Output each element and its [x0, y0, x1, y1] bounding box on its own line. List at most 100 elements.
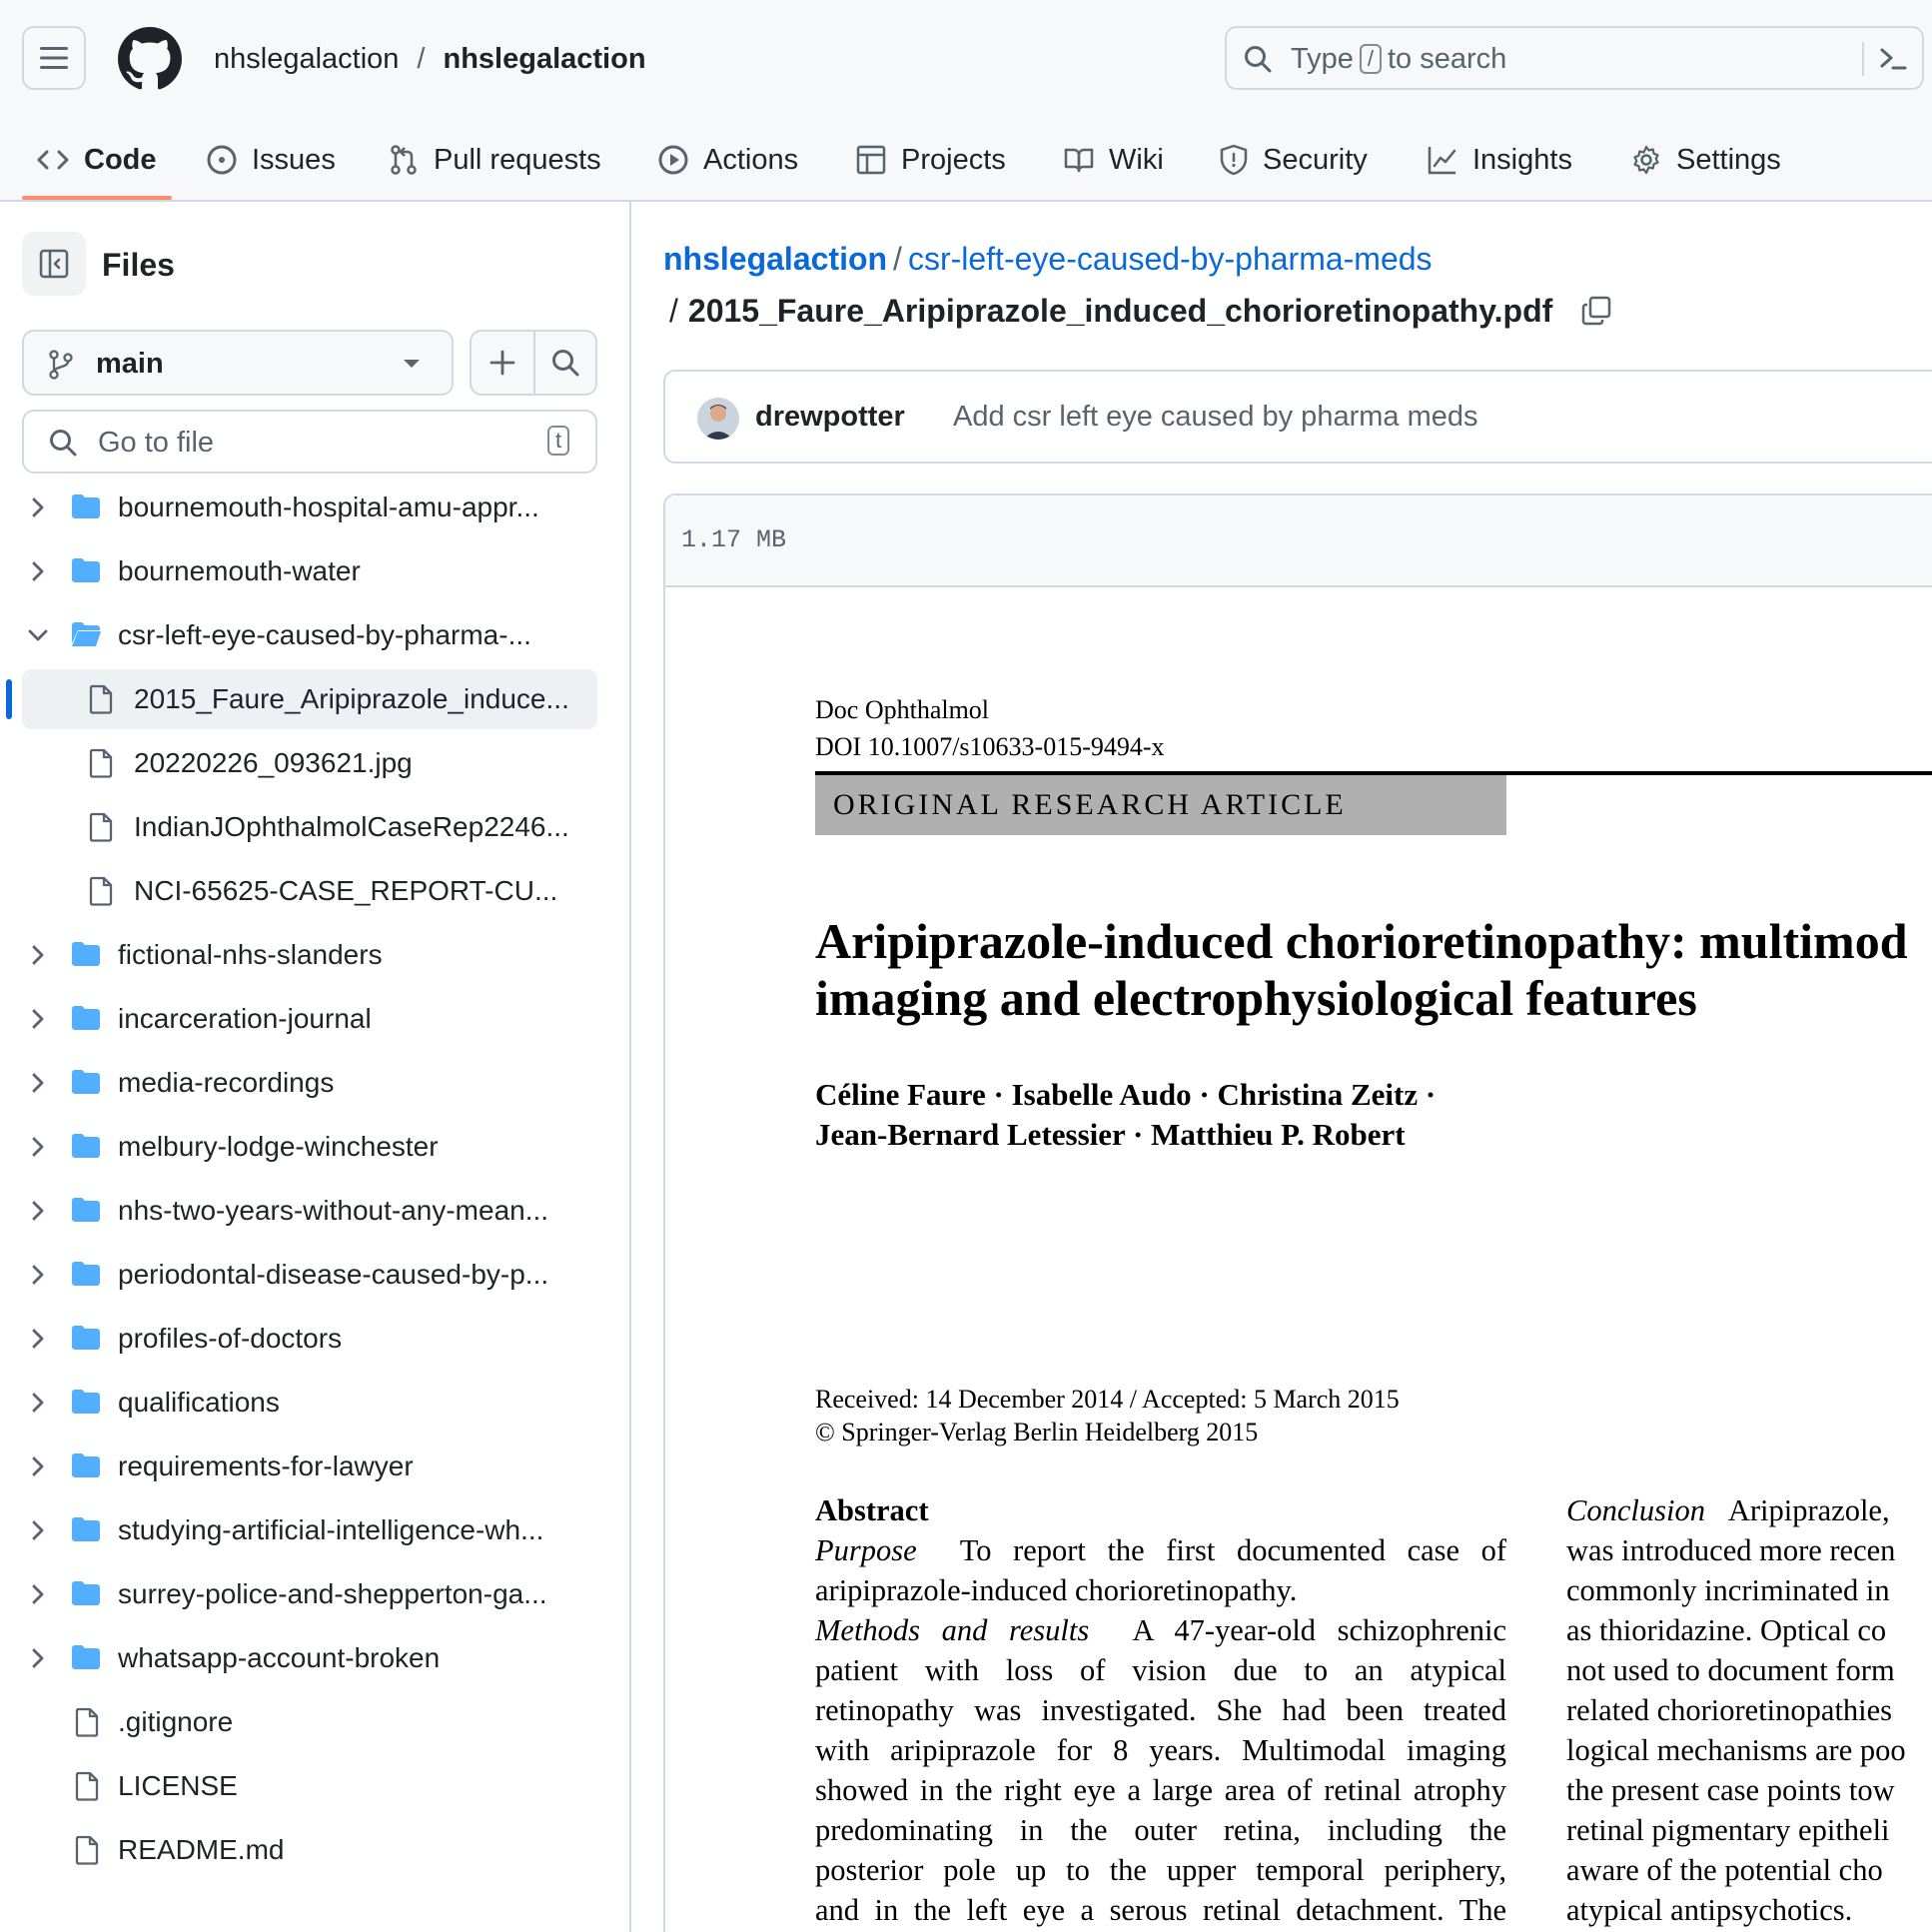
tree-folder-item[interactable]: bournemouth-water [0, 539, 629, 603]
chevron-right-icon[interactable] [26, 495, 50, 519]
pdf-abstract-right-column: Conclusion Aripiprazole, was introduced … [1566, 1490, 1932, 1930]
latest-commit-box: drewpotter Add csr left eye caused by ph… [663, 370, 1932, 464]
chevron-right-icon[interactable] [26, 1327, 50, 1351]
pdf-dates: Received: 14 December 2014 / Accepted: 5… [815, 1383, 1400, 1449]
pdf-journal-info: Doc Ophthalmol DOI 10.1007/s10633-015-94… [815, 691, 1165, 765]
tree-folder-item[interactable]: bournemouth-hospital-amu-appr... [0, 476, 629, 539]
search-files-button[interactable] [532, 332, 595, 394]
tree-folder-item[interactable]: csr-left-eye-caused-by-pharma-... [0, 603, 629, 667]
pdf-authors-line: Jean-Bernard Letessier · Matthieu P. Rob… [815, 1117, 1406, 1152]
tab-settings[interactable]: Settings [1630, 118, 1781, 202]
folder-icon [70, 1004, 102, 1032]
path-owner-link[interactable]: nhslegalaction [663, 241, 887, 277]
pdf-conclusion-label: Conclusion [1566, 1493, 1705, 1527]
pdf-abstract-line: and in the left eye a serous retinal det… [815, 1893, 1506, 1927]
tree-folder-item[interactable]: profiles-of-doctors [0, 1307, 629, 1371]
book-icon [1064, 148, 1094, 173]
search-divider [1862, 42, 1864, 76]
copy-path-button[interactable] [1580, 295, 1612, 327]
path-folder-link[interactable]: csr-left-eye-caused-by-pharma-meds [908, 241, 1433, 277]
chevron-right-icon[interactable] [26, 1135, 50, 1159]
tree-item-label: csr-left-eye-caused-by-pharma-... [118, 619, 531, 650]
tree-folder-item[interactable]: melbury-lodge-winchester [0, 1115, 629, 1179]
tab-actions-label: Actions [703, 143, 799, 176]
tree-file-item[interactable]: 20220226_093621.jpg [0, 731, 629, 795]
file-icon [74, 1771, 100, 1801]
repo-link[interactable]: nhslegalaction [443, 40, 645, 78]
tab-actions[interactable]: Actions [657, 118, 798, 202]
tree-folder-item[interactable]: nhs-two-years-without-any-mean... [0, 1179, 629, 1243]
github-logo-icon[interactable] [118, 27, 182, 91]
play-icon [658, 145, 688, 175]
chevron-right-icon[interactable] [26, 1582, 50, 1606]
tree-folder-item[interactable]: qualifications [0, 1371, 629, 1435]
search-icon [1243, 44, 1273, 74]
branch-selector[interactable]: main [22, 330, 454, 396]
chevron-right-icon[interactable] [26, 559, 50, 583]
folder-icon [70, 1579, 102, 1607]
chevron-right-icon[interactable] [26, 1646, 50, 1670]
folder-icon [70, 940, 102, 968]
tree-folder-item[interactable]: whatsapp-account-broken [0, 1626, 629, 1690]
folder-icon [70, 1643, 102, 1671]
chevron-right-icon[interactable] [26, 1391, 50, 1415]
folder-icon [70, 1388, 102, 1416]
tab-insights[interactable]: Insights [1427, 118, 1572, 202]
avatar[interactable] [697, 398, 739, 440]
chevron-right-icon[interactable] [26, 1518, 50, 1542]
active-tab-indicator [22, 196, 172, 200]
menu-button[interactable] [22, 26, 86, 90]
tree-folder-item[interactable]: incarceration-journal [0, 987, 629, 1051]
file-actions-group [470, 330, 597, 396]
add-file-button[interactable] [472, 332, 533, 394]
chevron-right-icon[interactable] [26, 1263, 50, 1287]
chevron-right-icon[interactable] [26, 1454, 50, 1478]
tree-item-label: periodontal-disease-caused-by-p... [118, 1259, 549, 1290]
pdf-abstract-line: Methods and results A 47-year-old schizo… [815, 1610, 1506, 1650]
tab-security[interactable]: Security [1219, 118, 1368, 202]
pdf-article-type: ORIGINAL RESEARCH ARTICLE [833, 788, 1347, 821]
chevron-right-icon[interactable] [26, 1199, 50, 1223]
commit-message[interactable]: Add csr left eye caused by pharma meds [953, 398, 1477, 436]
folder-icon [70, 556, 102, 584]
pdf-authors: Céline Faure · Isabelle Audo · Christina… [815, 1075, 1436, 1155]
tree-file-item[interactable]: LICENSE [0, 1754, 629, 1818]
owner-link[interactable]: nhslegalaction [214, 40, 399, 78]
tree-folder-item[interactable]: media-recordings [0, 1051, 629, 1115]
pdf-doi: DOI 10.1007/s10633-015-9494-x [815, 732, 1165, 761]
search-icon [551, 350, 579, 377]
go-to-file-input[interactable]: Go to file t [22, 410, 597, 474]
tab-projects[interactable]: Projects [855, 118, 1006, 202]
tree-item-label: 2015_Faure_Aripiprazole_induce... [134, 683, 569, 714]
tab-pull-requests[interactable]: Pull requests [388, 118, 601, 202]
tab-code[interactable]: Code [36, 118, 157, 202]
chevron-right-icon[interactable] [26, 1007, 50, 1031]
chevron-right-icon[interactable] [26, 1071, 50, 1095]
tree-file-item[interactable]: NCI-65625-CASE_REPORT-CU... [0, 859, 629, 923]
tree-folder-item[interactable]: fictional-nhs-slanders [0, 923, 629, 987]
branch-icon [48, 350, 74, 380]
tree-file-item[interactable]: README.md [0, 1818, 629, 1882]
pdf-viewer[interactable]: Doc Ophthalmol DOI 10.1007/s10633-015-94… [665, 587, 1932, 1932]
tab-wiki[interactable]: Wiki [1063, 118, 1164, 202]
command-palette-icon[interactable] [1878, 44, 1908, 74]
tree-item-label: fictional-nhs-slanders [118, 939, 383, 970]
chevron-right-icon[interactable] [26, 943, 50, 967]
tab-projects-label: Projects [901, 143, 1006, 176]
tree-file-item[interactable]: .gitignore [0, 1690, 629, 1754]
search-suffix: to search [1388, 43, 1507, 75]
tree-file-item[interactable]: 2015_Faure_Aripiprazole_induce... [0, 667, 629, 731]
pdf-abstract-line: predominating in the outer retina, inclu… [815, 1813, 1506, 1847]
search-prefix: Type [1291, 43, 1354, 75]
tree-folder-item[interactable]: periodontal-disease-caused-by-p... [0, 1243, 629, 1307]
tree-folder-item[interactable]: studying-artificial-intelligence-wh... [0, 1498, 629, 1562]
search-input[interactable]: Type / to search [1225, 26, 1924, 90]
collapse-sidebar-button[interactable] [22, 232, 86, 296]
tree-folder-item[interactable]: requirements-for-lawyer [0, 1435, 629, 1498]
chevron-down-icon[interactable] [26, 623, 50, 647]
tab-issues[interactable]: Issues [206, 118, 336, 202]
tree-file-item[interactable]: IndianJOphthalmolCaseRep2246... [0, 795, 629, 859]
tree-item-label: README.md [118, 1834, 285, 1865]
tree-folder-item[interactable]: surrey-police-and-shepperton-ga... [0, 1562, 629, 1626]
commit-author[interactable]: drewpotter [755, 398, 905, 436]
